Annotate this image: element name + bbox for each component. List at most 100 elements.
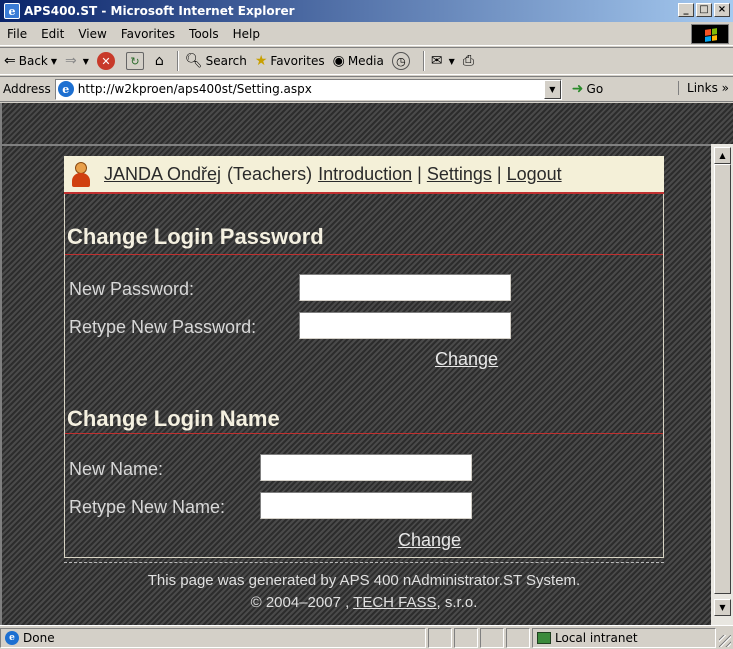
nav-separator: | (417, 163, 422, 184)
toolbar: ⇐ Back ▼ ⇒ ▼ ✕ ↻ ⌂ 🔍︎ Search ★ Favorites… (0, 47, 733, 75)
media-button[interactable]: ◉ Media (333, 53, 384, 69)
status-cell (506, 627, 530, 648)
forward-dropdown-icon[interactable]: ▼ (83, 57, 89, 66)
copyright-text: © 2004–2007 , (250, 594, 350, 611)
settings-panel: Change Login Password New Password: Rety… (64, 194, 664, 558)
status-cell (454, 627, 478, 648)
new-password-input[interactable] (299, 274, 511, 301)
retype-password-input[interactable] (299, 312, 511, 339)
menu-edit[interactable]: Edit (34, 27, 71, 41)
home-button[interactable]: ⌂ (155, 53, 167, 69)
footer-generated-text: This page was generated by APS 400 nAdmi… (147, 572, 581, 589)
history-icon: ◷ (391, 52, 410, 70)
resize-grip-icon[interactable] (719, 635, 731, 647)
forward-arrow-icon: ⇒ (65, 53, 77, 69)
history-button[interactable]: ◷ (391, 52, 413, 70)
status-text-panel: e Done (0, 627, 426, 648)
print-button[interactable]: ⎙ (463, 53, 477, 69)
footer-copyright: © 2004–2007 , TECH FASS, s.r.o. (64, 594, 664, 611)
address-dropdown-icon[interactable]: ▼ (543, 79, 561, 99)
stop-icon: ✕ (96, 52, 115, 70)
intranet-icon (537, 631, 551, 644)
change-name-link[interactable]: Change (398, 530, 461, 551)
back-button[interactable]: ⇐ Back ▼ (4, 53, 57, 69)
change-name-title: Change Login Name (67, 406, 280, 431)
vertical-scrollbar[interactable]: ▲ ▼ (711, 144, 733, 625)
refresh-button[interactable]: ↻ (125, 52, 147, 70)
go-arrow-icon: ➜ (571, 81, 584, 97)
back-dropdown-icon[interactable]: ▼ (51, 57, 57, 66)
media-icon: ◉ (332, 53, 345, 69)
scroll-down-icon[interactable]: ▼ (714, 599, 731, 616)
address-url: http://w2kproen/aps400st/Setting.aspx (77, 82, 312, 96)
home-icon: ⌂ (154, 53, 164, 69)
user-link[interactable]: JANDA Ondřej (104, 164, 221, 185)
minimize-button[interactable]: _ (678, 3, 694, 17)
status-bar: e Done Local intranet (0, 625, 733, 649)
back-arrow-icon: ⇐ (4, 53, 16, 69)
security-zone: Local intranet (532, 627, 716, 648)
page-status-icon: e (5, 630, 19, 645)
go-label: Go (586, 82, 604, 96)
mail-dropdown-icon[interactable]: ▼ (449, 57, 455, 66)
retype-name-input[interactable] (260, 492, 472, 519)
close-button[interactable]: × (714, 3, 730, 17)
scroll-thumb[interactable] (714, 164, 731, 594)
menu-bar: File Edit View Favorites Tools Help (0, 22, 733, 46)
introduction-link[interactable]: Introduction (318, 164, 412, 185)
print-icon: ⎙ (462, 53, 474, 69)
maximize-button[interactable]: □ (696, 3, 712, 17)
menu-favorites[interactable]: Favorites (114, 27, 182, 41)
window-title: APS400.ST - Microsoft Internet Explorer (24, 4, 295, 18)
search-icon: 🔍︎ (184, 53, 203, 69)
status-cell (480, 627, 504, 648)
toolbar-separator (422, 51, 425, 71)
toolbar-separator (176, 51, 179, 71)
status-cell (428, 627, 452, 648)
tech-fass-link[interactable]: TECH FASS (353, 594, 436, 611)
favorites-label: Favorites (270, 54, 325, 68)
change-password-link[interactable]: Change (435, 349, 498, 370)
mail-icon: ✉ (430, 53, 443, 69)
logout-link[interactable]: Logout (507, 164, 562, 185)
nav-separator: | (496, 163, 502, 184)
go-button[interactable]: ➜ Go (572, 81, 603, 97)
windows-logo-icon (691, 24, 729, 44)
favorites-icon: ★ (254, 53, 268, 69)
company-suffix: , s.r.o. (436, 594, 478, 611)
address-label: Address (3, 82, 51, 96)
change-password-title: Change Login Password (67, 224, 324, 249)
status-text: Done (23, 630, 55, 645)
page-icon: e (57, 81, 74, 97)
refresh-icon: ↻ (125, 52, 144, 70)
forward-button[interactable]: ⇒ ▼ (65, 53, 89, 69)
zone-label: Local intranet (555, 630, 638, 645)
search-button[interactable]: 🔍︎ Search (185, 53, 247, 69)
new-name-input[interactable] (260, 454, 472, 481)
retype-password-label: Retype New Password: (69, 317, 257, 337)
back-label: Back (18, 54, 48, 68)
settings-link[interactable]: Settings (427, 164, 492, 185)
ie-icon: e (4, 3, 20, 19)
user-role: (Teachers) (227, 163, 313, 184)
user-bar: JANDA Ondřej (Teachers) Introduction | S… (64, 156, 664, 194)
media-label: Media (347, 54, 384, 68)
favorites-button[interactable]: ★ Favorites (255, 53, 325, 69)
menu-help[interactable]: Help (226, 27, 267, 41)
mail-button[interactable]: ✉ ▼ (431, 53, 455, 69)
stop-button[interactable]: ✕ (96, 52, 118, 70)
address-bar: Address e http://w2kproen/aps400st/Setti… (0, 76, 733, 102)
user-icon (70, 161, 92, 187)
section-divider (65, 254, 663, 255)
menu-file[interactable]: File (0, 27, 34, 41)
address-input[interactable]: e http://w2kproen/aps400st/Setting.aspx … (54, 78, 562, 100)
window-controls: _ □ × (678, 3, 730, 17)
links-button[interactable]: Links » (678, 81, 729, 95)
page-background-top (0, 103, 733, 144)
new-password-label: New Password: (69, 279, 195, 299)
retype-name-label: Retype New Name: (69, 497, 226, 517)
new-name-label: New Name: (69, 459, 164, 479)
scroll-up-icon[interactable]: ▲ (714, 147, 731, 164)
menu-tools[interactable]: Tools (182, 27, 226, 41)
menu-view[interactable]: View (71, 27, 113, 41)
